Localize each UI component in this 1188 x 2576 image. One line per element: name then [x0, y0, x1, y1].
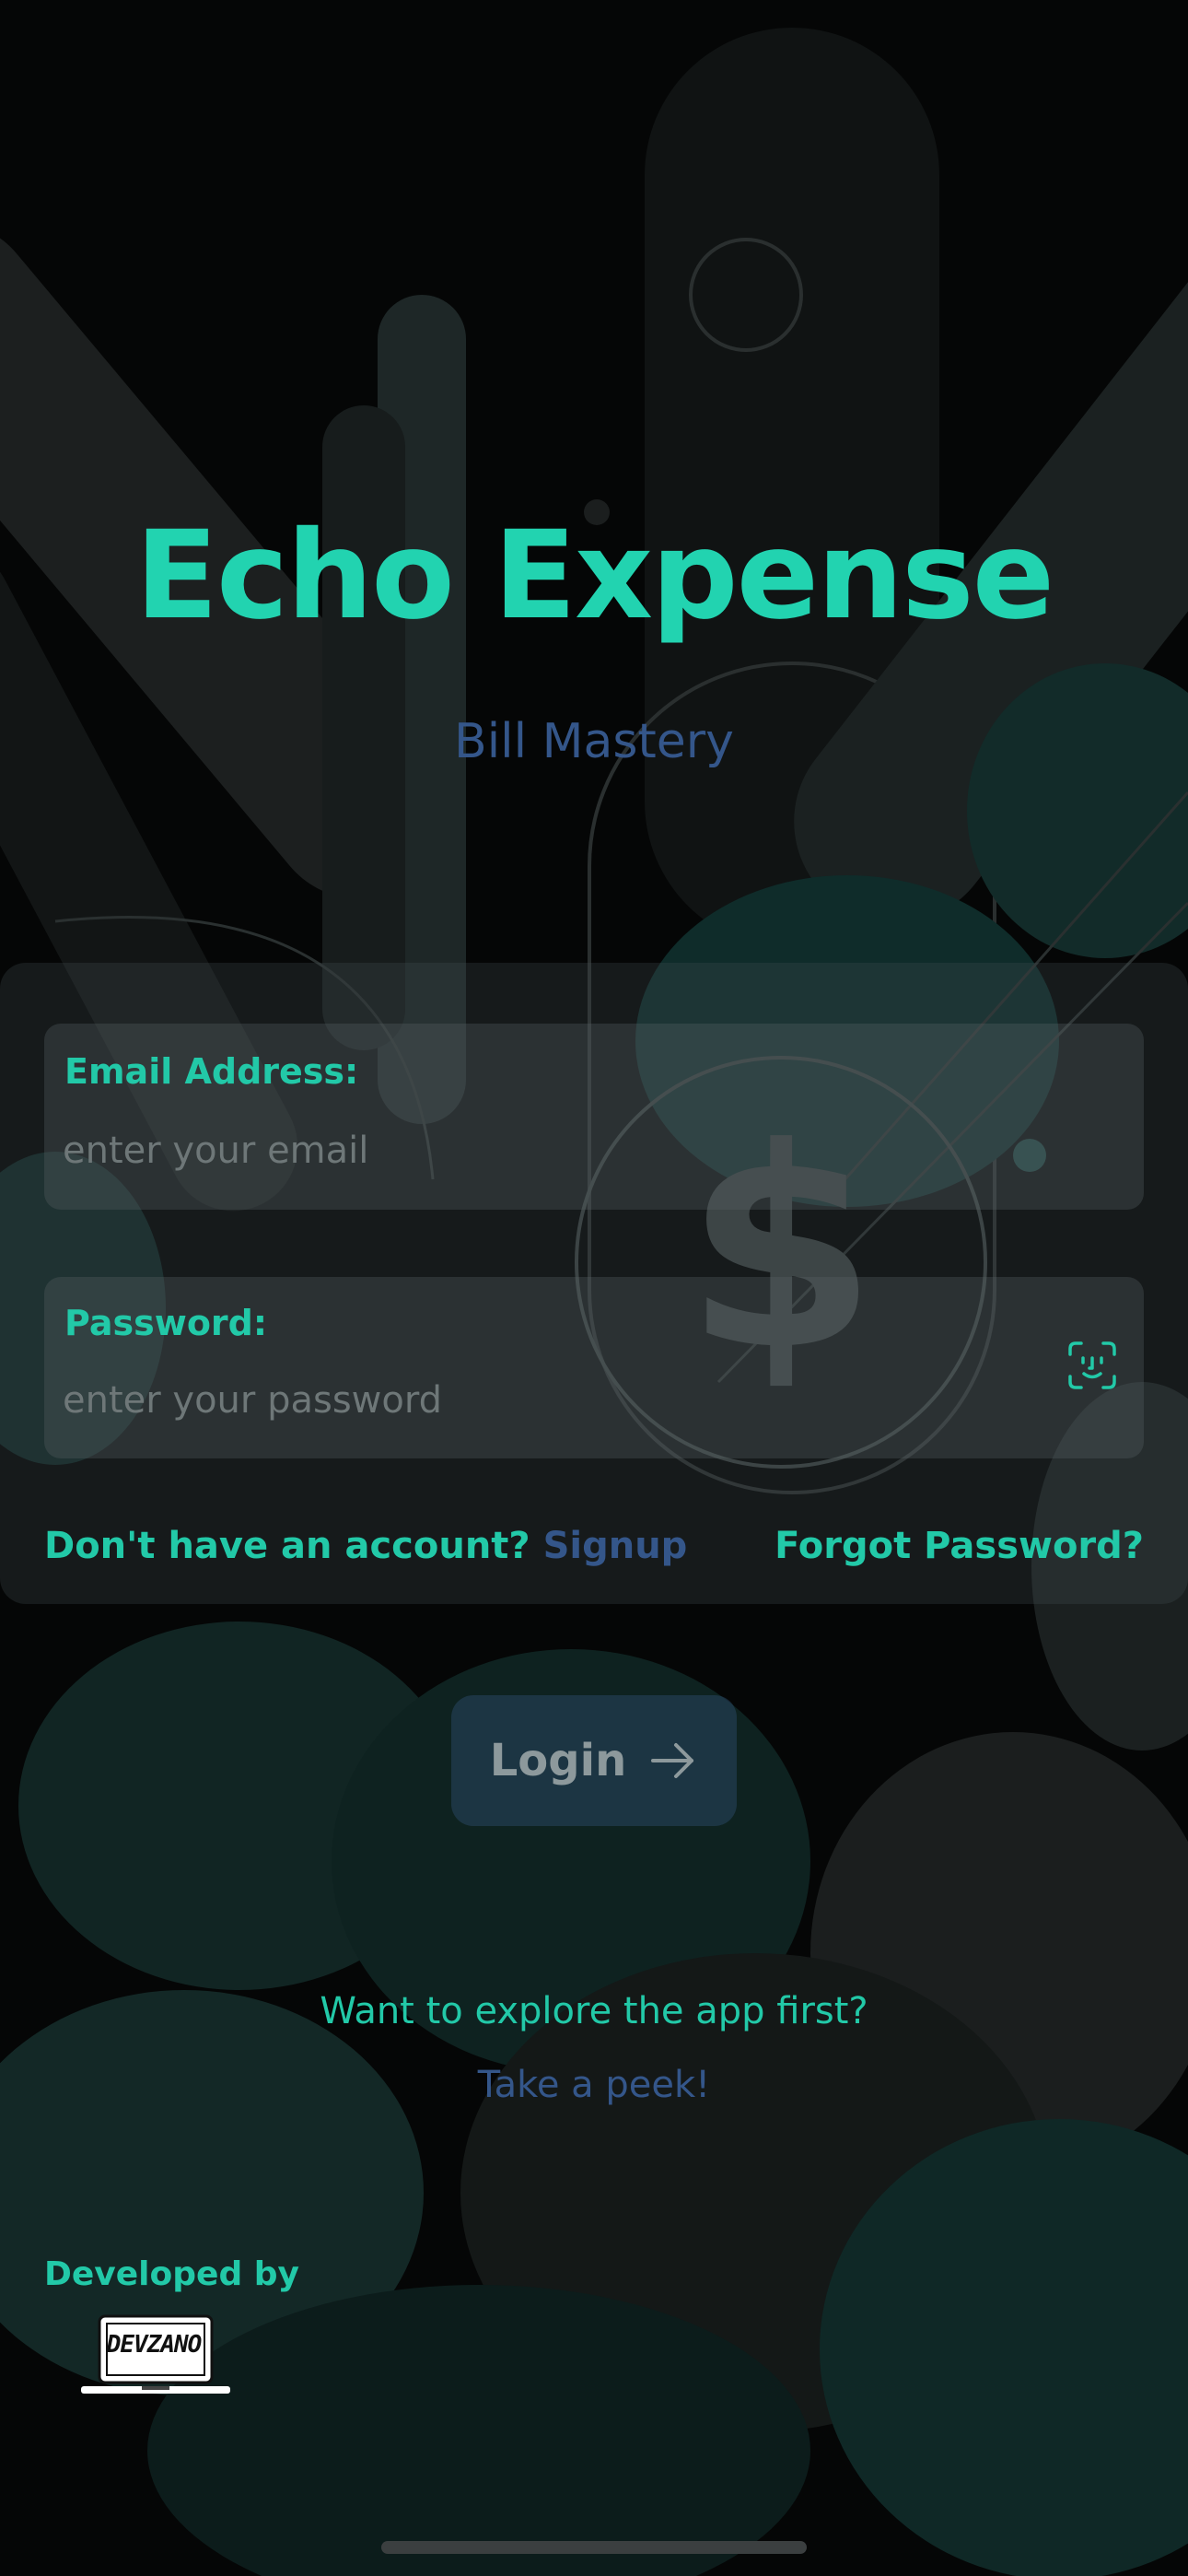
app-title: Echo Expense: [134, 505, 1054, 647]
explore-question: Want to explore the app first?: [320, 1990, 868, 2032]
email-input[interactable]: [63, 1125, 984, 1177]
arrow-right-icon: [651, 1743, 694, 1778]
app-subtitle: Bill Mastery: [454, 714, 734, 769]
developed-by-label: Developed by: [44, 2255, 299, 2293]
login-button[interactable]: Login: [451, 1695, 737, 1826]
signup-link[interactable]: Signup: [543, 1525, 688, 1567]
password-label: Password:: [64, 1303, 268, 1343]
forgot-password-link[interactable]: Forgot Password?: [775, 1525, 1144, 1567]
signup-prompt: Don't have an account? Signup: [44, 1525, 687, 1567]
password-input[interactable]: [63, 1375, 984, 1426]
email-field[interactable]: Email Address:: [44, 1024, 1144, 1210]
faceid-icon[interactable]: [1066, 1340, 1118, 1391]
login-screen: Echo Expense Bill Mastery Email Address:…: [0, 0, 1188, 2576]
home-indicator[interactable]: [381, 2541, 807, 2554]
login-button-label: Login: [489, 1735, 627, 1786]
no-account-text: Don't have an account?: [44, 1525, 530, 1567]
email-label: Email Address:: [64, 1051, 359, 1092]
developer-logo-text: DEVZANO: [106, 2331, 203, 2359]
password-field[interactable]: Password:: [44, 1277, 1144, 1458]
take-a-peek-link[interactable]: Take a peek!: [0, 2064, 1188, 2106]
